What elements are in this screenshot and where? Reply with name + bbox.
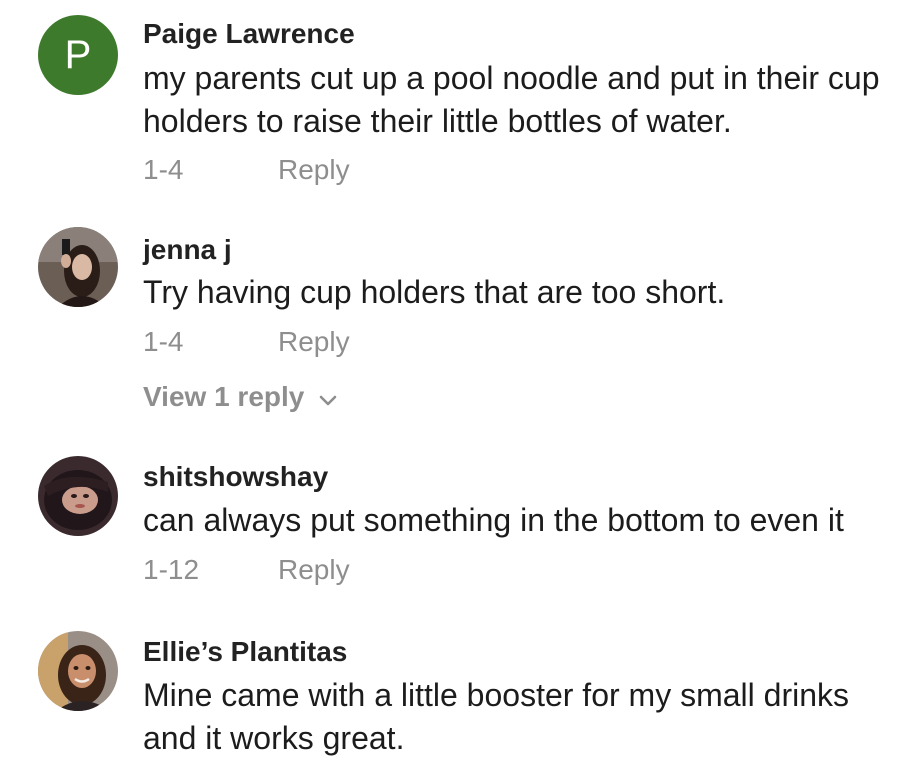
chevron-down-icon	[318, 383, 338, 415]
comment-date: 1-12	[143, 554, 200, 585]
view-replies-label: View 1 reply	[143, 381, 305, 412]
avatar-photo	[38, 631, 118, 711]
comment-author[interactable]: shitshowshay	[143, 461, 328, 493]
comment-author[interactable]: Ellie’s Plantitas	[143, 636, 347, 668]
view-replies-button[interactable]: View 1 reply	[143, 381, 338, 415]
avatar[interactable]	[38, 456, 118, 536]
reply-button[interactable]: Reply	[278, 326, 350, 358]
comment-text: my parents cut up a pool noodle and put …	[143, 60, 880, 139]
avatar-letter: P	[64, 33, 92, 77]
reply-button[interactable]: Reply	[278, 154, 350, 186]
comment-date: 1-4	[143, 326, 184, 357]
avatar[interactable]	[38, 631, 118, 711]
comment-text: Try having cup holders that are too shor…	[143, 274, 726, 310]
comment-author[interactable]: Paige Lawrence	[143, 18, 355, 50]
comment-text: can always put something in the bottom t…	[143, 502, 844, 538]
reply-button[interactable]: Reply	[278, 554, 350, 586]
avatar-photo	[38, 227, 118, 307]
avatar[interactable]	[38, 227, 118, 307]
comment-date: 1-4	[143, 154, 184, 185]
comment-text: Mine came with a little booster for my s…	[143, 677, 849, 756]
avatar[interactable]: P	[38, 15, 118, 95]
comment-author[interactable]: jenna j	[143, 234, 232, 266]
avatar-photo	[38, 456, 118, 536]
